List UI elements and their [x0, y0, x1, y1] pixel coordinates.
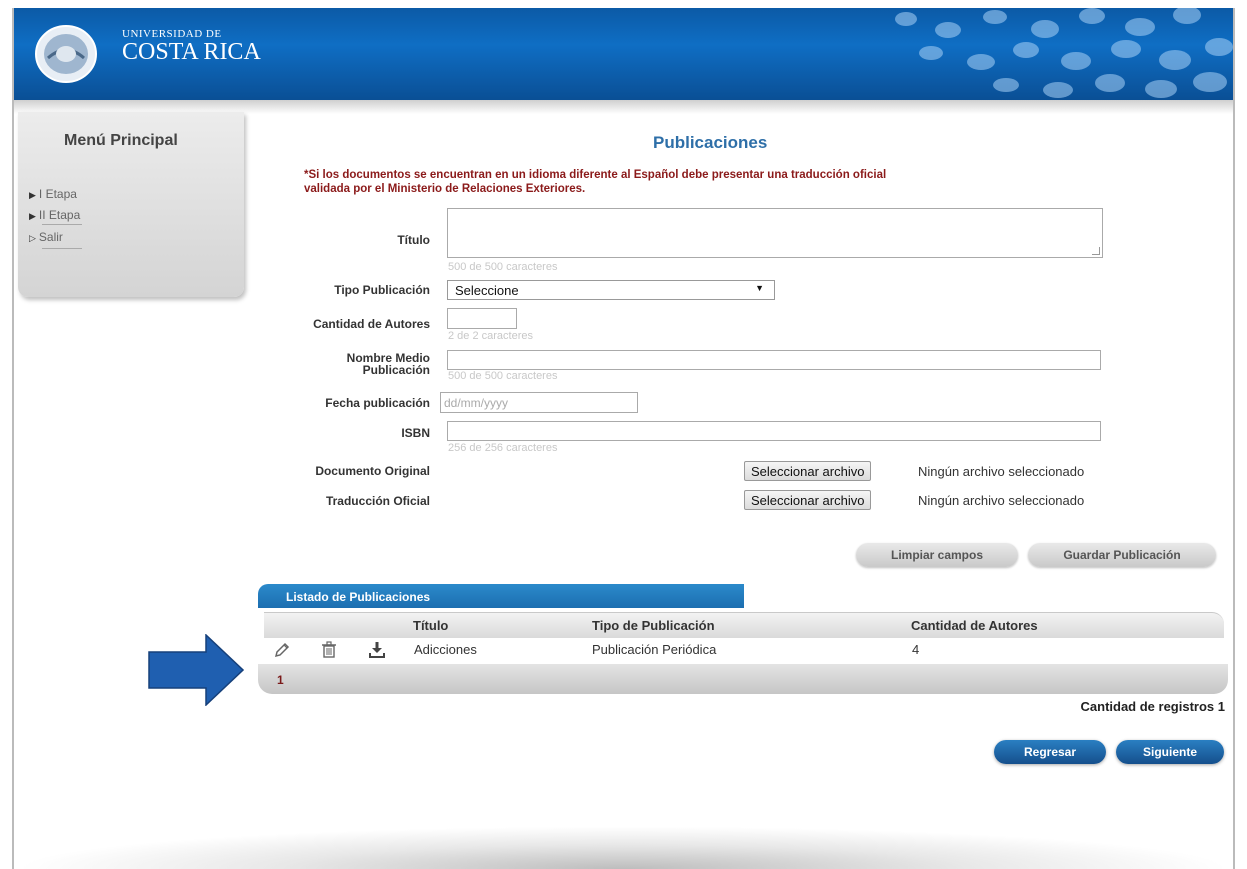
autores-label: Cantidad de Autores — [313, 317, 430, 331]
sidebar-item-label: I Etapa — [38, 187, 77, 201]
list-tab: Listado de Publicaciones — [258, 584, 744, 608]
doc-label: Documento Original — [315, 464, 430, 478]
header-banner: UNIVERSIDAD DE COSTA RICA — [14, 8, 1233, 100]
fecha-label: Fecha publicación — [325, 396, 430, 410]
autores-counter: 2 de 2 caracteres — [448, 330, 533, 342]
titulo-label: Título — [397, 233, 430, 247]
clear-fields-button[interactable]: Limpiar campos — [856, 543, 1018, 567]
menu-title: Menú Principal — [64, 132, 178, 149]
menu-divider — [42, 224, 82, 225]
isbn-input[interactable] — [447, 421, 1101, 441]
medio-label-line2: Publicación — [362, 363, 430, 377]
page-link-1[interactable]: 1 — [277, 673, 284, 687]
medio-label: Nombre Medio Publicación — [300, 352, 430, 376]
tipo-label: Tipo Publicación — [334, 283, 430, 297]
tipo-select[interactable]: Seleccione ▼ — [447, 280, 775, 300]
next-button[interactable]: Siguiente — [1116, 740, 1224, 764]
cell-tipo: Publicación Periódica — [592, 642, 717, 657]
fecha-input[interactable]: dd/mm/yyyy — [440, 392, 638, 413]
menu-divider — [42, 248, 82, 249]
caret-right-icon: ▶ — [29, 211, 36, 221]
sidebar-item-salir[interactable]: ▷ Salir — [29, 230, 63, 244]
cell-titulo: Adicciones — [414, 642, 477, 657]
tipo-select-value: Seleccione — [455, 283, 519, 298]
resize-handle[interactable] — [1092, 247, 1100, 255]
save-publication-button[interactable]: Guardar Publicación — [1028, 543, 1216, 567]
fecha-placeholder: dd/mm/yyyy — [444, 396, 509, 410]
trash-icon[interactable] — [319, 640, 339, 660]
trad-file-status: Ningún archivo seleccionado — [918, 493, 1085, 508]
brand-wordmark: UNIVERSIDAD DE COSTA RICA — [122, 28, 261, 64]
record-count: Cantidad de registros 1 — [1080, 699, 1225, 714]
table-pager — [258, 664, 1228, 694]
notice-line-1: *Si los documentos se encuentran en un i… — [304, 169, 887, 181]
trad-label: Traducción Oficial — [325, 494, 430, 508]
sidebar-menu: Menú Principal ▶ I Etapa ▶ II Etapa ▷ Salir — [18, 112, 244, 297]
download-icon[interactable] — [367, 640, 387, 660]
caret-right-outline-icon: ▷ — [29, 233, 36, 243]
doc-file-status: Ningún archivo seleccionado — [918, 464, 1085, 479]
titulo-textarea[interactable] — [447, 208, 1103, 258]
triangle-down-icon: ▼ — [755, 283, 764, 293]
sidebar-item-label: II Etapa — [38, 208, 81, 222]
trad-file-button[interactable]: Seleccionar archivo — [744, 490, 872, 510]
pointer-arrow-icon — [148, 634, 244, 706]
back-button[interactable]: Regresar — [994, 740, 1106, 764]
page-title: Publicaciones — [653, 133, 768, 152]
titulo-counter: 500 de 500 caracteres — [448, 261, 558, 273]
col-tipo: Tipo de Publicación — [592, 618, 715, 633]
sidebar-item-i-etapa[interactable]: ▶ I Etapa — [29, 187, 77, 201]
table-row — [264, 638, 1224, 664]
notice-line-2: validada por el Ministerio de Relaciones… — [304, 183, 586, 195]
cell-autores: 4 — [912, 642, 920, 657]
isbn-label: ISBN — [401, 426, 430, 440]
sidebar-item-label: Salir — [38, 230, 63, 244]
doc-file-button[interactable]: Seleccionar archivo — [744, 461, 872, 481]
isbn-counter: 256 de 256 caracteres — [448, 442, 558, 454]
autores-input[interactable] — [447, 308, 517, 329]
pencil-icon[interactable] — [272, 640, 292, 660]
header-decoration — [833, 8, 1233, 100]
translation-notice: *Si los documentos se encuentran en un i… — [304, 168, 1104, 196]
caret-right-icon: ▶ — [29, 190, 36, 200]
medio-input[interactable] — [447, 350, 1101, 370]
footer-shadow — [14, 826, 1233, 869]
sidebar-item-ii-etapa[interactable]: ▶ II Etapa — [29, 208, 80, 222]
col-autores: Cantidad de Autores — [911, 618, 1038, 633]
brand-main: COSTA RICA — [122, 39, 261, 65]
table-header — [264, 612, 1224, 638]
col-titulo: Título — [413, 618, 449, 633]
medio-counter: 500 de 500 caracteres — [448, 370, 558, 382]
university-seal-icon — [35, 25, 97, 83]
